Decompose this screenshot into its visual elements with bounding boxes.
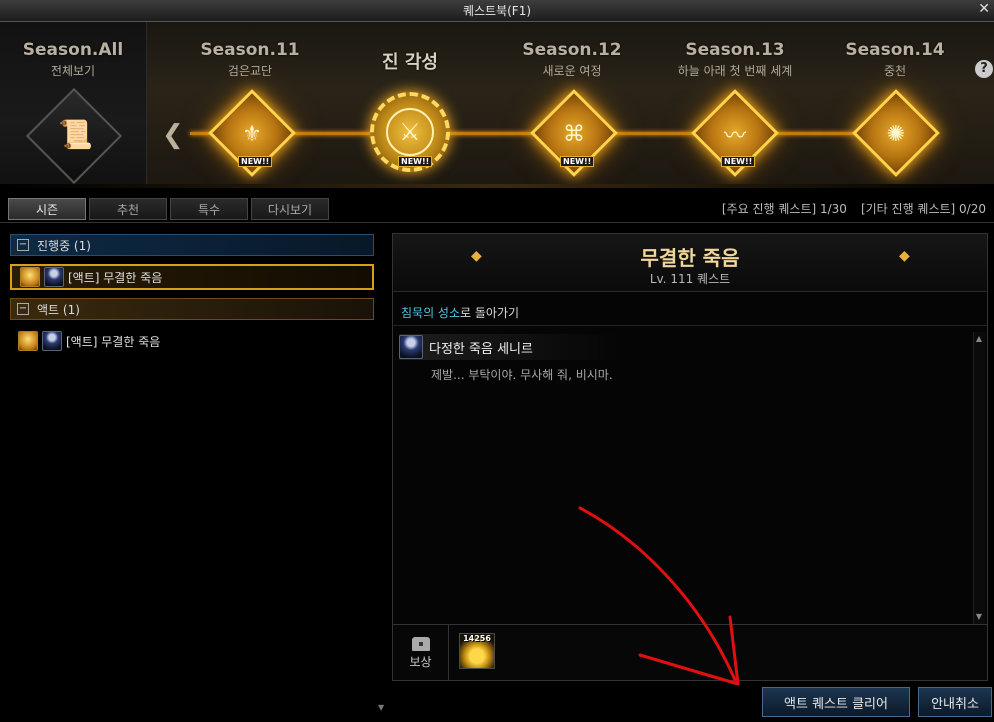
- season-all-sub: 전체보기: [50, 64, 96, 78]
- season-13-new-badge: NEW!!: [721, 156, 756, 167]
- collapse-icon[interactable]: −: [17, 239, 29, 251]
- goto-location-link[interactable]: 침묵의 성소 로 돌아가기: [393, 300, 987, 326]
- gold-reward-count: 14256: [463, 634, 491, 643]
- tab-replay[interactable]: 다시보기: [251, 198, 329, 220]
- group-in-progress-label: 진행중 (1): [37, 238, 91, 253]
- trophy-icon: [18, 331, 38, 351]
- quest-counts: [주요 진행 퀘스트] 1/30 [기타 진행 퀘스트] 0/20: [722, 200, 986, 217]
- season-11-sub: 검은교단: [227, 64, 273, 78]
- collapse-icon[interactable]: −: [17, 303, 29, 315]
- scroll-up-icon[interactable]: ▲: [973, 334, 985, 346]
- npc-portrait-icon: [42, 331, 62, 351]
- next-quest-arrow-icon[interactable]: ◆: [899, 248, 910, 264]
- reward-label: 보상: [409, 654, 432, 669]
- quest-title: 무결한 죽음: [640, 246, 740, 270]
- tab-season[interactable]: 시즌: [8, 198, 86, 220]
- goto-suffix: 로 돌아가기: [460, 306, 520, 320]
- scroll-down-icon[interactable]: ▼: [378, 703, 384, 712]
- group-act-label: 액트 (1): [37, 302, 80, 317]
- awakening-name: 진 각성: [382, 52, 438, 73]
- season-13-sub: 하늘 아래 첫 번째 세계: [677, 64, 793, 78]
- detail-scrollbar[interactable]: [973, 332, 985, 624]
- list-item[interactable]: [액트] 무결한 죽음: [10, 264, 374, 290]
- window-titlebar: 퀘스트북(F1) ✕: [0, 0, 994, 22]
- group-act[interactable]: − 액트 (1): [10, 298, 374, 320]
- knot-icon: ⌘: [563, 121, 585, 147]
- season-14-name: Season.14: [845, 40, 945, 60]
- tab-divider: [0, 222, 994, 223]
- season-14-sub: 중천: [883, 64, 907, 78]
- awakening-new-badge: NEW!!: [398, 156, 433, 167]
- reward-label-box: 보상: [393, 625, 449, 681]
- npc-name: 다정한 죽음 세니르: [429, 341, 533, 357]
- group-in-progress[interactable]: − 진행중 (1): [10, 234, 374, 256]
- help-icon[interactable]: ?: [975, 60, 993, 78]
- list-item[interactable]: [액트] 무결한 죽음: [10, 328, 374, 354]
- tab-special[interactable]: 특수: [170, 198, 248, 220]
- quest-item-label: [액트] 무결한 죽음: [68, 270, 163, 285]
- season-12-sub: 새로운 여정: [542, 64, 602, 78]
- sun-sigil-icon: ✺: [886, 121, 906, 147]
- season-12-name: Season.12: [522, 40, 622, 60]
- quest-list-panel: − 진행중 (1) [액트] 무결한 죽음 − 액트 (1) [액트] 무결한 …: [8, 232, 388, 716]
- season-11-name: Season.11: [200, 40, 300, 60]
- cancel-guide-button[interactable]: 안내취소: [918, 687, 992, 717]
- npc-dialogue-header: 다정한 죽음 세니르: [399, 334, 619, 360]
- category-tabs: 시즌 추천 특수 다시보기: [8, 198, 329, 220]
- quest-item-label: [액트] 무결한 죽음: [66, 334, 161, 349]
- crossed-swords-icon: ⚔: [386, 108, 434, 156]
- trident-icon: ⚜: [242, 121, 262, 147]
- wave-sigil-icon: 〰: [723, 124, 746, 149]
- act-quest-clear-button[interactable]: 액트 퀘스트 클리어: [762, 687, 910, 717]
- scroll-down-icon[interactable]: ▼: [973, 612, 985, 624]
- season-all-name: Season.All: [22, 40, 124, 60]
- npc-dialogue-text: 제발... 부탁이야. 무사해 줘, 비시마.: [431, 368, 613, 382]
- scroll-icon: 📜: [58, 118, 93, 151]
- season-header: Season.All 전체보기 📜 ❮ Season.11 검은교단 ⚜ NEW…: [0, 22, 994, 188]
- chest-icon: [411, 636, 430, 651]
- season-11-new-badge: NEW!!: [238, 156, 273, 167]
- reward-area: 보상 14256: [393, 624, 987, 681]
- npc-portrait-icon: [44, 267, 64, 287]
- season-12-new-badge: NEW!!: [560, 156, 595, 167]
- other-quest-count: [기타 진행 퀘스트] 0/20: [860, 202, 986, 216]
- season-13-name: Season.13: [685, 40, 785, 60]
- gold-reward-item[interactable]: 14256: [459, 633, 495, 669]
- trophy-icon: [20, 267, 40, 287]
- window-title: 퀘스트북(F1): [462, 4, 532, 18]
- location-name[interactable]: 침묵의 성소: [401, 304, 460, 321]
- quest-detail-header: ◆ 무결한 죽음 Lv. 111 퀘스트 ◆: [393, 234, 987, 292]
- quest-detail-panel: ◆ 무결한 죽음 Lv. 111 퀘스트 ◆ 침묵의 성소 로 돌아가기 다정한…: [392, 233, 988, 681]
- quest-level: Lv. 111 퀘스트: [649, 272, 731, 286]
- main-quest-count: [주요 진행 퀘스트] 1/30: [721, 202, 847, 216]
- prev-season-arrow-icon[interactable]: ❮: [162, 120, 184, 150]
- npc-portrait-icon: [399, 335, 423, 359]
- close-icon[interactable]: ✕: [978, 1, 990, 17]
- tab-recommended[interactable]: 추천: [89, 198, 167, 220]
